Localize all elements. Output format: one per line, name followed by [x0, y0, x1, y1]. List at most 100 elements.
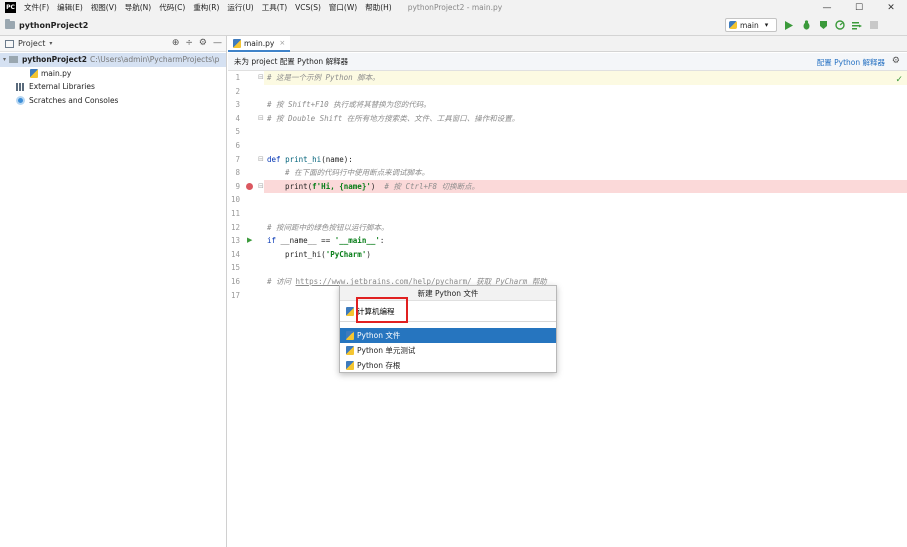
menu-file[interactable]: 文件(F) [20, 2, 53, 13]
gear-icon[interactable]: ⚙ [892, 56, 900, 66]
editor-gutter[interactable]: 1 2 3 4 5 6 7 8 9 10 11 12 13 14 15 16 1… [228, 71, 264, 547]
line-number: 16 [230, 277, 240, 286]
gear-icon[interactable]: ⚙ [199, 38, 207, 48]
file-type-python-file[interactable]: Python 文件 [340, 328, 556, 343]
menu-code[interactable]: 代码(C) [155, 2, 189, 13]
tree-item-project-root[interactable]: ▾ pythonProject2 C:\Users\admin\PycharmP… [0, 53, 226, 67]
menu-tools[interactable]: 工具(T) [258, 2, 291, 13]
locate-icon[interactable]: ⊕ [172, 38, 180, 48]
chevron-down-icon[interactable]: ▾ [49, 40, 52, 47]
code-line-9: print(f'Hi, {name}') # 按 Ctrl+F8 切换断点。 [264, 179, 907, 194]
code-comment: # 按 Ctrl+F8 切换断点。 [384, 181, 480, 191]
code-comment: # 访问 [267, 277, 296, 286]
code-line-4: # 按 Double Shift 在所有地方搜索类、文件、工具窗口、操作和设置。 [264, 112, 907, 126]
code-comment: # 按 Shift+F10 执行或将其替换为您的代码。 [267, 100, 431, 110]
line-number: 13 [230, 236, 240, 246]
fold-icon[interactable]: ⊟ [258, 153, 264, 167]
scratches-icon [16, 95, 25, 105]
line-number: 17 [230, 290, 240, 300]
file-type-unit-test[interactable]: Python 单元测试 [340, 343, 556, 358]
run-config-select[interactable]: main ▾ [725, 18, 777, 32]
python-file-icon [346, 346, 354, 355]
code-text: ) [370, 181, 385, 191]
build-icon[interactable] [851, 18, 863, 32]
code-keyword: def [267, 154, 286, 164]
interpreter-warning-banner: 未为 project 配置 Python 解释器 配置 Python 解释器 ⚙ [228, 53, 907, 71]
close-icon[interactable]: × [279, 39, 285, 47]
stop-icon[interactable] [868, 18, 880, 32]
tree-item-label: Scratches and Consoles [29, 95, 119, 105]
project-view-icon [5, 39, 14, 48]
line-number: 2 [235, 86, 240, 96]
code-text: print_hi( [267, 249, 326, 259]
profile-icon[interactable] [834, 18, 846, 32]
file-type-stub[interactable]: Python 存根 [340, 358, 556, 373]
minimize-button[interactable]: — [811, 0, 843, 15]
menu-help[interactable]: 帮助(H) [361, 2, 396, 13]
file-name-input-row [340, 297, 556, 323]
tree-item-scratches[interactable]: Scratches and Consoles [0, 94, 226, 108]
line-number: 1 [235, 73, 240, 82]
code-string: f'Hi, {name}' [312, 181, 371, 191]
line-number: 5 [235, 127, 240, 137]
line-number: 6 [235, 141, 240, 150]
debug-icon[interactable] [800, 18, 812, 32]
maximize-button[interactable]: ☐ [843, 0, 875, 15]
menu-bar: PC 文件(F) 编辑(E) 视图(V) 导航(N) 代码(C) 重构(R) 运… [0, 0, 907, 15]
menu-view[interactable]: 视图(V) [87, 2, 121, 13]
line-number: 8 [235, 168, 240, 178]
project-panel-title[interactable]: Project [18, 39, 45, 48]
code-line-14: print_hi('PyCharm') [264, 248, 907, 262]
line-number: 12 [230, 222, 240, 232]
code-comment: # 在下面的代码行中使用断点来调试脚本。 [267, 168, 430, 178]
python-file-icon [346, 306, 354, 316]
line-number: 7 [235, 154, 240, 164]
new-python-file-dialog: 新建 Python 文件 Python 文件 Python 单元测试 Pytho… [339, 285, 557, 373]
menu-window[interactable]: 窗口(W) [325, 2, 361, 13]
fold-icon[interactable]: ⊟ [258, 112, 264, 126]
coverage-icon[interactable] [817, 18, 829, 32]
menu-navigate[interactable]: 导航(N) [121, 2, 155, 13]
banner-text: 未为 project 配置 Python 解释器 [234, 57, 349, 66]
collapse-all-icon[interactable]: ÷ [185, 38, 193, 48]
breakpoint-icon[interactable] [246, 183, 253, 190]
code-function-name: print_hi [285, 154, 322, 164]
menu-edit[interactable]: 编辑(E) [53, 2, 87, 13]
code-string: '__main__' [334, 236, 380, 246]
fold-icon[interactable]: ⊟ [258, 180, 264, 194]
navigation-bar: pythonProject2 main ▾ [0, 15, 907, 36]
code-text: : [379, 236, 385, 246]
code-line-12: # 按间距中的绿色按钮以运行脚本。 [264, 221, 907, 235]
chevron-down-icon[interactable]: ▾ [0, 56, 9, 63]
code-comment: # 按间距中的绿色按钮以运行脚本。 [267, 222, 389, 232]
fold-icon[interactable]: ⊟ [258, 71, 264, 85]
tab-main-py[interactable]: main.py × [228, 36, 290, 52]
run-line-icon[interactable]: ▶ [247, 234, 252, 248]
library-icon [16, 82, 25, 91]
hide-panel-icon[interactable]: — [213, 38, 222, 48]
code-text: print( [267, 181, 313, 191]
folder-icon [5, 19, 15, 29]
code-comment: # 这是一个示例 Python 脚本。 [267, 73, 380, 82]
breadcrumb-project[interactable]: pythonProject2 [19, 21, 88, 30]
run-icon[interactable] [783, 18, 795, 32]
close-button[interactable]: ✕ [875, 0, 907, 15]
python-file-icon [30, 68, 38, 78]
line-number: 11 [230, 209, 240, 218]
project-path: C:\Users\admin\PycharmProjects\p [89, 55, 220, 65]
code-line-1: # 这是一个示例 Python 脚本。 [264, 71, 907, 85]
code-line-13: if __name__ == '__main__': [264, 234, 907, 248]
menu-vcs[interactable]: VCS(S) [291, 3, 325, 12]
python-file-icon [346, 331, 354, 340]
tab-label: main.py [244, 38, 275, 48]
line-number: 3 [235, 100, 240, 110]
pycharm-logo-icon: PC [5, 2, 16, 13]
configure-interpreter-link[interactable]: 配置 Python 解释器 [817, 57, 885, 68]
menu-refactor[interactable]: 重构(R) [189, 2, 223, 13]
code-line-3: # 按 Shift+F10 执行或将其替换为您的代码。 [264, 98, 907, 112]
list-item-label: Python 文件 [357, 331, 401, 340]
tree-item-main-py[interactable]: main.py [0, 67, 226, 81]
tree-item-external-libraries[interactable]: External Libraries [0, 80, 226, 94]
code-keyword: if [267, 236, 281, 246]
menu-run[interactable]: 运行(U) [223, 2, 257, 13]
